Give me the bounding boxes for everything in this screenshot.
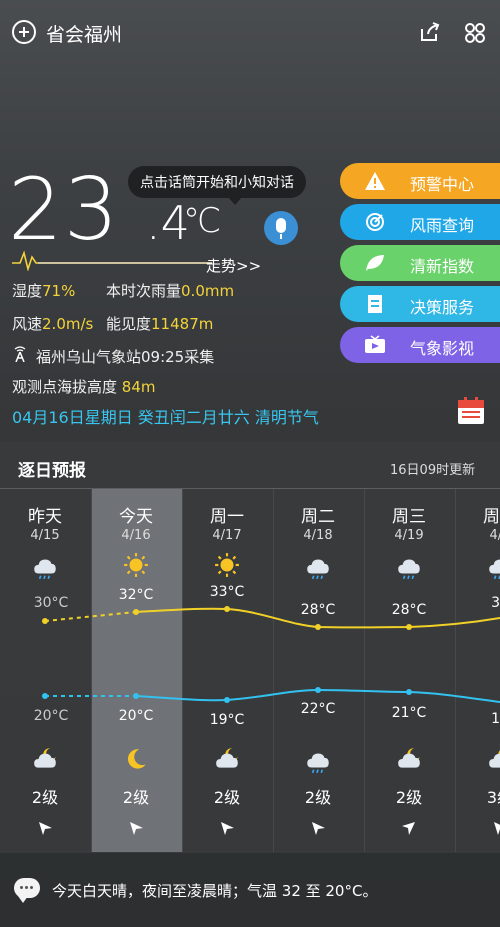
humidity-value: 71% xyxy=(42,282,76,300)
temperature-curve-chart xyxy=(42,606,500,703)
fresh-index-label: 清新指数 xyxy=(410,257,475,276)
forecast-wind-level: 2级 xyxy=(122,788,150,807)
wind-rain-query-label: 风雨查询 xyxy=(410,216,475,235)
calendar-icon[interactable] xyxy=(456,396,486,426)
forecast-day-name[interactable]: 周一 xyxy=(182,502,272,527)
tv-icon xyxy=(365,335,385,353)
station-antenna-icon xyxy=(14,346,26,362)
altitude-label: 观测点海拔高度 xyxy=(12,378,118,396)
forecast-wind-level: 2级 xyxy=(395,788,423,807)
chat-icon xyxy=(14,878,40,903)
voice-hint-bubble: 点击话筒开始和小知对话 xyxy=(128,166,306,205)
humidity-label: 湿度 xyxy=(12,282,43,300)
forecast-day-name[interactable]: 今天 xyxy=(91,502,181,527)
wind-rain-query-button[interactable]: 风雨查询 xyxy=(340,204,500,240)
temperature-unit: ℃ xyxy=(183,201,222,241)
fresh-index-button[interactable]: 清新指数 xyxy=(340,245,500,281)
document-icon xyxy=(368,295,382,313)
wind-direction-icon xyxy=(312,822,325,835)
partly-cloudy-icon xyxy=(455,746,500,776)
forecast-day-date: 4/2 xyxy=(489,528,500,543)
weather-summary-text: 今天白天晴，夜间至凌晨晴；气温 32 至 20°C。 xyxy=(52,882,378,900)
cloud-rain-icon xyxy=(273,746,363,778)
rain-label: 本时次雨量 xyxy=(106,282,182,300)
warning-icon xyxy=(365,172,385,190)
forecast-day-date: 4/15 xyxy=(30,528,60,543)
forecast-divider xyxy=(0,488,500,489)
visibility-row: 能见度11487m xyxy=(106,313,213,334)
wind-direction-icon xyxy=(494,822,500,835)
altitude-value: 84m xyxy=(121,378,156,396)
forecast-day-name[interactable]: 周二 xyxy=(273,502,363,527)
decision-service-button[interactable]: 决策服务 xyxy=(340,286,500,322)
forecast-title: 逐日预报 xyxy=(18,461,86,481)
forecast-day-name[interactable]: 昨天 xyxy=(0,502,90,527)
forecast-day-date: 4/16 xyxy=(121,528,151,543)
forecast-day-date: 4/17 xyxy=(212,528,242,543)
forecast-updated-time: 16日09时更新 xyxy=(390,463,476,478)
trend-link[interactable]: 走势>> xyxy=(206,255,261,276)
forecast-day-date: 4/19 xyxy=(394,528,424,543)
altitude-row: 观测点海拔高度 84m xyxy=(12,376,156,397)
high-temp-dashed-segment xyxy=(44,611,137,622)
trend-pulse-icon xyxy=(12,250,212,271)
decision-service-label: 决策服务 xyxy=(410,298,475,317)
moon-icon xyxy=(91,746,181,776)
wind-direction-icon xyxy=(39,822,52,835)
weather-video-label: 气象影视 xyxy=(410,339,475,358)
current-temperature-integer: 23 xyxy=(8,160,120,260)
partly-cloudy-icon xyxy=(364,746,454,776)
wind-row: 风速2.0m/s xyxy=(12,313,93,334)
wind-label: 风速 xyxy=(12,315,43,333)
partly-cloudy-icon xyxy=(182,746,272,776)
wind-direction-icon xyxy=(221,822,234,835)
date-line: 04月16日星期日 癸丑闰二月廿六 清明节气 xyxy=(12,408,319,427)
humidity-row: 湿度71% xyxy=(12,280,75,301)
wind-value: 2.0m/s xyxy=(42,315,94,333)
partly-cloudy-icon xyxy=(0,746,90,776)
wind-direction-icon xyxy=(402,822,415,835)
forecast-day-name[interactable]: 周四 xyxy=(455,502,500,527)
city-name[interactable]: 省会福州 xyxy=(46,20,122,47)
visibility-label: 能见度 xyxy=(106,315,152,333)
warning-center-label: 预警中心 xyxy=(410,175,475,194)
forecast-day-date: 4/18 xyxy=(303,528,333,543)
visibility-value: 11487m xyxy=(151,315,214,333)
share-icon[interactable] xyxy=(419,21,441,43)
grid-icon[interactable] xyxy=(463,21,487,45)
add-city-icon[interactable] xyxy=(12,20,36,44)
microphone-icon[interactable] xyxy=(264,211,298,245)
forecast-day-name[interactable]: 周三 xyxy=(364,502,454,527)
weather-video-button[interactable]: 气象影视 xyxy=(340,327,500,363)
wind-direction-icon xyxy=(130,822,143,835)
forecast-wind-level: 2级 xyxy=(304,788,332,807)
warning-center-button[interactable]: 预警中心 xyxy=(340,163,500,199)
forecast-wind-level: 2级 xyxy=(31,788,59,807)
rain-value: 0.0mm xyxy=(181,282,235,300)
forecast-wind-level: 2级 xyxy=(213,788,241,807)
station-info: 福州乌山气象站09:25采集 xyxy=(36,348,215,366)
forecast-wind-level: 3级 xyxy=(486,788,500,807)
radar-icon xyxy=(366,213,384,231)
rain-row: 本时次雨量0.0mm xyxy=(106,280,234,301)
leaf-icon xyxy=(366,255,384,271)
